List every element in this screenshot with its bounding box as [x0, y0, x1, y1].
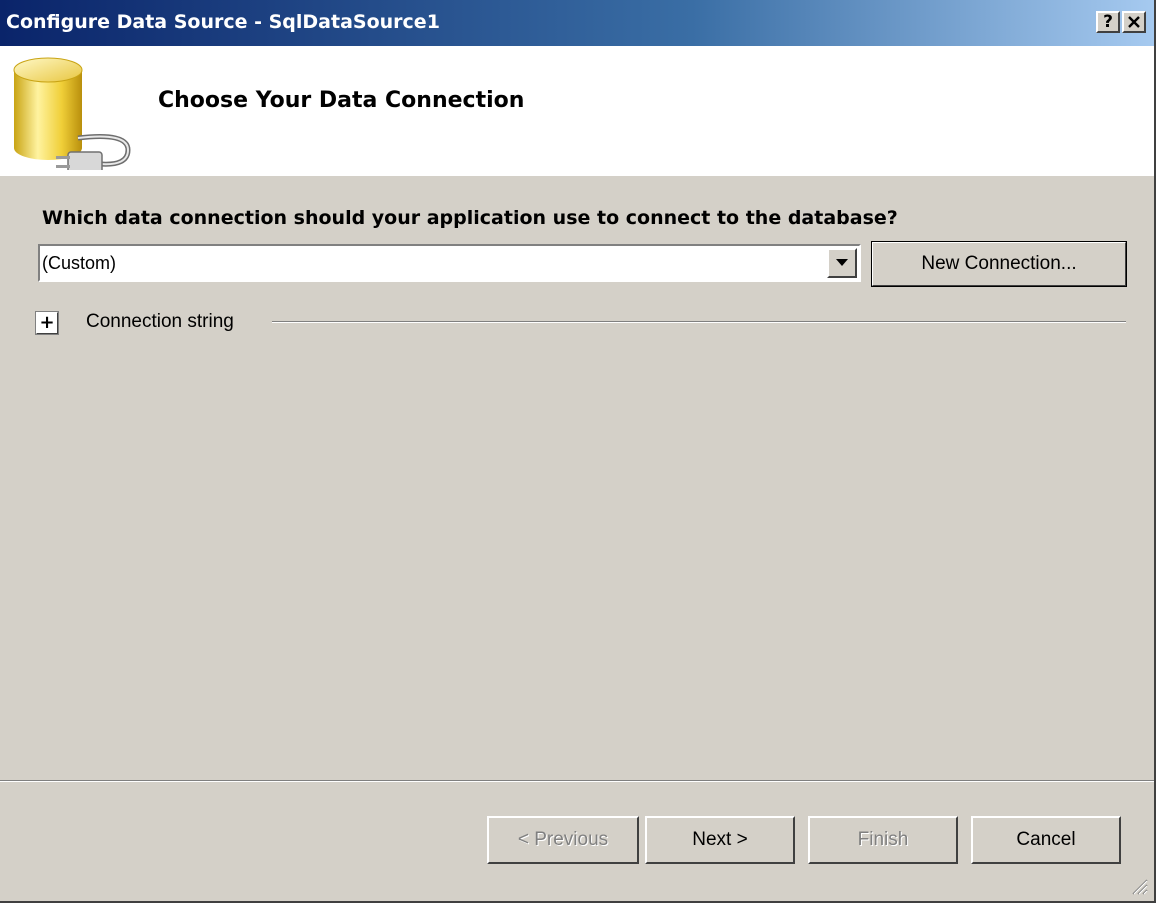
connection-string-expander[interactable]: +	[35, 311, 59, 335]
resize-grip-icon[interactable]	[1128, 875, 1148, 895]
data-connection-combobox[interactable]: (Custom)	[38, 244, 861, 282]
new-connection-label: New Connection...	[921, 253, 1077, 274]
page-title: Choose Your Data Connection	[158, 88, 525, 113]
database-plug-icon	[13, 57, 131, 170]
finish-label: Finish	[857, 829, 909, 850]
close-icon	[1128, 16, 1140, 28]
plus-icon: +	[39, 312, 55, 333]
help-button[interactable]: ?	[1096, 11, 1120, 33]
previous-button[interactable]: < Previous	[487, 816, 639, 864]
next-button[interactable]: Next >	[645, 816, 795, 864]
help-icon: ?	[1103, 12, 1113, 32]
chevron-down-icon	[836, 259, 848, 266]
previous-label: < Previous	[517, 829, 609, 850]
connection-question-label: Which data connection should your applic…	[42, 207, 898, 229]
cancel-label: Cancel	[1016, 829, 1076, 850]
dropdown-button[interactable]	[827, 248, 857, 278]
connection-string-divider	[272, 321, 1126, 323]
title-bar[interactable]: Configure Data Source - SqlDataSource1 ?	[0, 0, 1154, 46]
new-connection-button[interactable]: New Connection...	[871, 241, 1127, 287]
footer-divider	[0, 780, 1154, 782]
connection-string-label: Connection string	[86, 311, 234, 332]
configure-data-source-dialog: Configure Data Source - SqlDataSource1 ?	[0, 0, 1156, 903]
cancel-button[interactable]: Cancel	[971, 816, 1121, 864]
next-label: Next >	[692, 829, 748, 850]
window-title: Configure Data Source - SqlDataSource1	[6, 11, 440, 33]
wizard-header: Choose Your Data Connection	[0, 46, 1154, 176]
data-connection-selected-value: (Custom)	[42, 253, 117, 273]
close-button[interactable]	[1122, 11, 1146, 33]
finish-button[interactable]: Finish	[808, 816, 958, 864]
